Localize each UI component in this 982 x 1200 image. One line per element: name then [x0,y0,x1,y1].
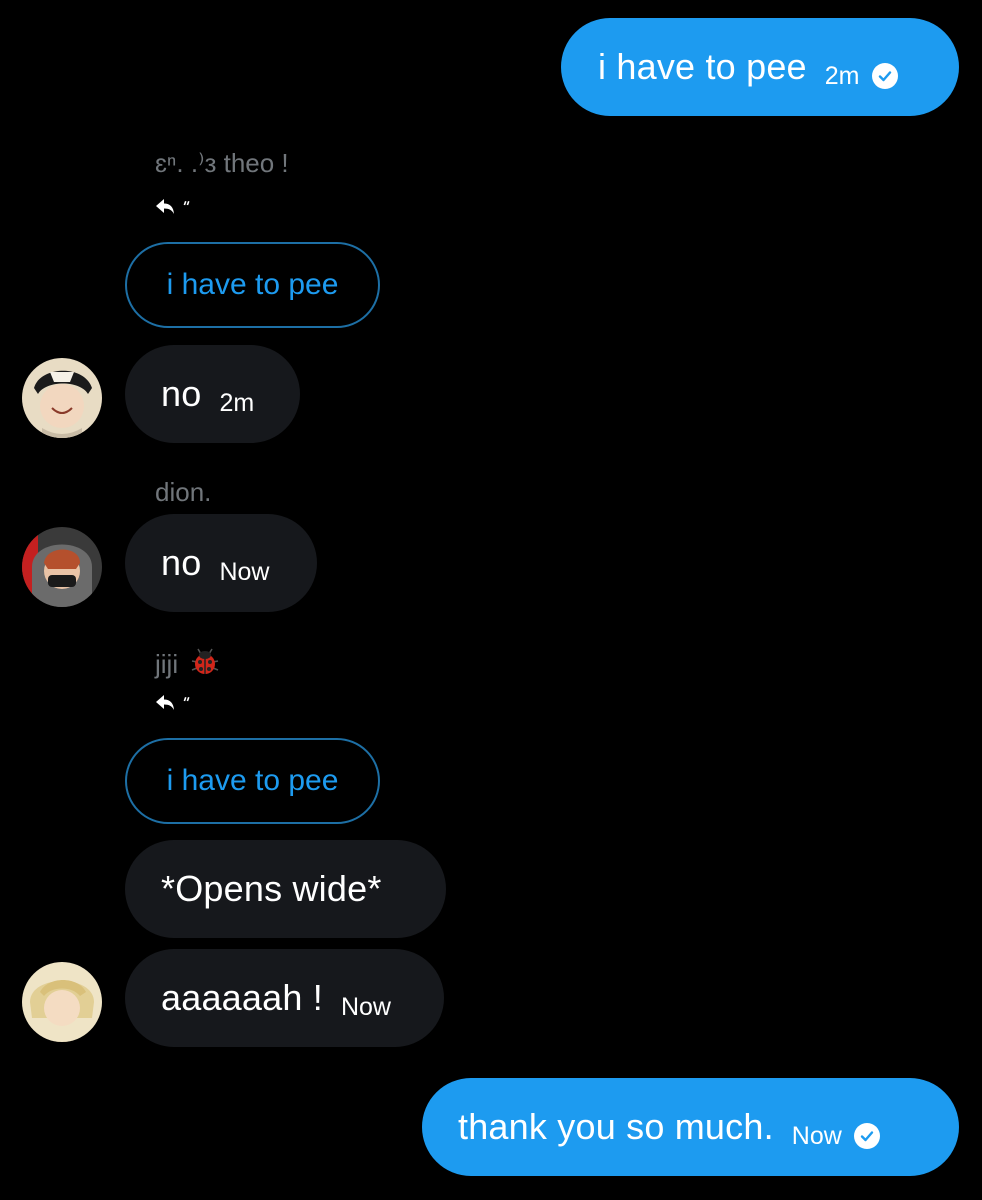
message-text: thank you so much. [458,1106,774,1147]
avatar[interactable] [22,358,102,438]
sent-message-bubble[interactable]: i have to pee 2m [561,18,959,116]
reply-icon [154,195,194,219]
received-message-bubble[interactable]: no 2m [125,345,300,443]
message-text: aaaaaah ! [161,977,323,1018]
sender-name-text: dion. [155,477,212,507]
received-message-bubble[interactable]: no Now [125,514,317,612]
ladybug-icon [188,646,222,683]
avatar[interactable] [22,527,102,607]
message-text: *Opens wide* [161,868,382,909]
message-timestamp: Now [219,557,270,586]
sender-name-text: jiji [155,649,179,679]
reply-icon [154,691,194,715]
received-message-bubble[interactable]: aaaaaah ! Now [125,949,444,1047]
message-text: no [161,373,202,414]
message-timestamp: 2m [219,388,255,417]
sender-name: ɛⁿ. .⁾з theo ! [155,148,289,179]
message-timestamp: 2m [824,61,860,90]
read-check-icon [853,1123,880,1149]
quoted-text: i have to pee [166,764,339,797]
received-message-bubble[interactable]: *Opens wide* [125,840,446,938]
message-text: i have to pee [598,46,807,87]
sent-message-bubble[interactable]: thank you so much. Now [422,1078,959,1176]
read-check-icon [871,63,898,89]
avatar[interactable] [22,962,102,1042]
quoted-text: i have to pee [166,268,339,301]
message-timestamp: Now [340,992,391,1021]
quoted-reply[interactable]: i have to pee [125,738,380,824]
sender-name-text: ɛⁿ. .⁾з theo ! [155,148,289,178]
message-timestamp: Now [791,1121,842,1150]
sender-name: jiji [155,646,222,683]
quoted-reply[interactable]: i have to pee [125,242,380,328]
message-text: no [161,542,202,583]
sender-name: dion. [155,477,211,508]
